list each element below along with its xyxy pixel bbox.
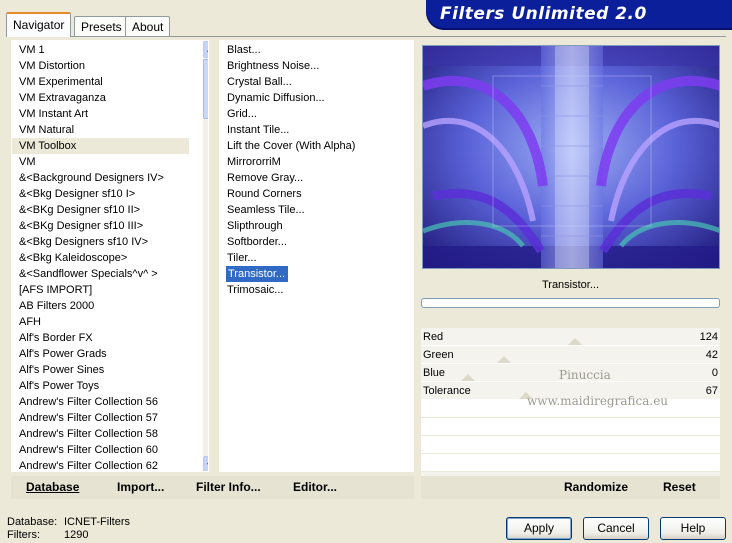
app-title: Filters Unlimited 2.0: [440, 4, 647, 24]
filter-item[interactable]: Crystal Ball...: [220, 74, 413, 90]
category-item[interactable]: &<Bkg Kaleidoscope>: [12, 250, 189, 266]
scroll-thumb[interactable]: [203, 59, 208, 119]
progress-bar: [421, 298, 720, 308]
category-item[interactable]: VM Extravaganza: [12, 90, 189, 106]
status-database-value: ICNET-Filters: [64, 516, 130, 528]
tab-presets[interactable]: Presets: [74, 16, 129, 36]
filter-item[interactable]: Transistor...: [226, 266, 289, 282]
param-row-red[interactable]: Red 124: [421, 328, 720, 346]
filter-item[interactable]: Trimosaic...: [220, 282, 413, 298]
import-button[interactable]: Import...: [117, 480, 164, 494]
watermark-url: www.maidiregrafica.eu: [527, 394, 669, 408]
category-item[interactable]: Andrew's Filter Collection 62: [12, 458, 189, 471]
param-value: 0: [711, 367, 718, 379]
status-area: Database: ICNET-Filters Filters: 1290: [7, 516, 130, 542]
category-item[interactable]: Alf's Power Grads: [12, 346, 189, 362]
category-item[interactable]: Alf's Border FX: [12, 330, 189, 346]
category-item[interactable]: [AFS IMPORT]: [12, 282, 189, 298]
category-item[interactable]: VM Experimental: [12, 74, 189, 90]
category-item[interactable]: AFH: [12, 314, 189, 330]
app-banner: Filters Unlimited 2.0: [426, 0, 732, 30]
category-item[interactable]: Andrew's Filter Collection 56: [12, 394, 189, 410]
filter-item[interactable]: Grid...: [220, 106, 413, 122]
filter-preview-image: [422, 45, 720, 269]
filter-item[interactable]: Seamless Tile...: [220, 202, 413, 218]
category-item[interactable]: &<BKg Designer sf10 II>: [12, 202, 189, 218]
randomize-button[interactable]: Randomize: [564, 480, 628, 494]
chevron-up-icon: [207, 49, 208, 52]
category-item[interactable]: VM 1: [12, 42, 189, 58]
filter-item[interactable]: Instant Tile...: [220, 122, 413, 138]
category-list[interactable]: VM 1 VM Distortion VM Experimental VM Extra…: [11, 40, 209, 472]
filter-item[interactable]: MirrororriM: [220, 154, 413, 170]
help-button[interactable]: Help: [660, 517, 726, 540]
scroll-up-button[interactable]: [203, 41, 208, 58]
filter-item[interactable]: Lift the Cover (With Alpha): [220, 138, 413, 154]
category-item[interactable]: VM Toolbox: [12, 138, 189, 154]
param-row-green[interactable]: Green 42: [421, 346, 720, 364]
category-item[interactable]: VM Distortion: [12, 58, 189, 74]
tab-about[interactable]: About: [125, 16, 171, 36]
category-item[interactable]: &<Background Designers IV>: [12, 170, 189, 186]
category-item[interactable]: Alf's Power Toys: [12, 378, 189, 394]
filter-item[interactable]: Dynamic Diffusion...: [220, 90, 413, 106]
category-item[interactable]: Andrew's Filter Collection 58: [12, 426, 189, 442]
category-item[interactable]: VM Natural: [12, 122, 189, 138]
current-filter-name: Transistor...: [541, 279, 600, 291]
tab-navigator[interactable]: Navigator: [6, 12, 72, 37]
category-scrollbar[interactable]: [203, 41, 208, 471]
database-button[interactable]: Database: [26, 480, 79, 494]
category-item[interactable]: &<Bkg Designers sf10 IV>: [12, 234, 189, 250]
category-item[interactable]: Andrew's Filter Collection 60: [12, 442, 189, 458]
command-bar: Database Import... Filter Info... Editor…: [11, 476, 414, 499]
category-item[interactable]: VM: [12, 154, 189, 170]
apply-button[interactable]: Apply: [506, 517, 572, 540]
editor-button[interactable]: Editor...: [293, 480, 337, 494]
status-database-label: Database:: [7, 516, 58, 528]
filter-item[interactable]: Slipthrough: [220, 218, 413, 234]
chevron-down-icon: [207, 462, 208, 465]
param-value: 124: [699, 331, 718, 343]
param-value: 67: [705, 385, 718, 397]
filter-item[interactable]: Remove Gray...: [220, 170, 413, 186]
param-label: Blue: [423, 367, 446, 379]
filter-parameters: Red 124 Green 42 Blue 0 Tolerance 67 Pre…: [421, 328, 720, 490]
slider-thumb[interactable]: [567, 338, 582, 345]
param-value: 42: [705, 349, 718, 361]
category-item[interactable]: Andrew's Filter Collection 57: [12, 410, 189, 426]
category-item[interactable]: AB Filters 2000: [12, 298, 189, 314]
reset-button[interactable]: Reset: [663, 480, 696, 494]
category-item[interactable]: &<BKg Designer sf10 III>: [12, 218, 189, 234]
status-filters-value: 1290: [64, 529, 89, 541]
category-item[interactable]: VM Instant Art: [12, 106, 189, 122]
category-item[interactable]: Alf's Power Sines: [12, 362, 189, 378]
right-command-bar: Randomize Reset: [421, 476, 720, 499]
filter-item[interactable]: Brightness Noise...: [220, 58, 413, 74]
scroll-down-button[interactable]: [203, 456, 208, 471]
param-row-empty: [421, 454, 720, 472]
slider-thumb[interactable]: [461, 374, 475, 381]
filter-item[interactable]: Tiler...: [220, 250, 413, 266]
filter-list[interactable]: Blast... Brightness Noise... Crystal Ball.…: [219, 40, 414, 472]
cancel-button[interactable]: Cancel: [583, 517, 649, 540]
filter-item[interactable]: Round Corners: [220, 186, 413, 202]
param-row-empty: [421, 418, 720, 436]
param-label: Red: [423, 331, 444, 343]
filter-info-button[interactable]: Filter Info...: [196, 480, 261, 494]
filter-item[interactable]: Softborder...: [220, 234, 413, 250]
watermark-name: Pinuccia: [559, 368, 611, 382]
slider-thumb[interactable]: [497, 356, 512, 363]
filter-item[interactable]: Blast...: [220, 42, 413, 58]
tab-panel-border: [6, 36, 726, 37]
param-label: Tolerance: [423, 385, 471, 397]
status-filters-label: Filters:: [7, 529, 40, 541]
category-item[interactable]: &<Bkg Designer sf10 I>: [12, 186, 189, 202]
category-item[interactable]: &<Sandflower Specials^v^ >: [12, 266, 189, 282]
param-label: Green: [423, 349, 454, 361]
preview-artwork: [423, 46, 719, 268]
param-row-empty: [421, 436, 720, 454]
